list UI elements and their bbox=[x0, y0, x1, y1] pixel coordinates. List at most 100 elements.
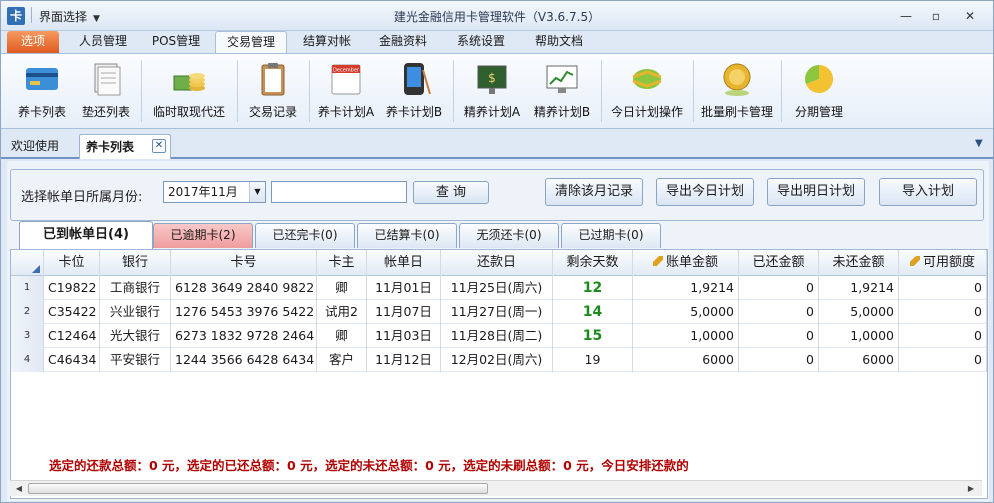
cell-unpaid[interactable]: 5,0000 bbox=[819, 300, 899, 324]
ribbon-plan-a-button[interactable]: December 养卡计划A bbox=[313, 56, 379, 126]
cell-days[interactable]: 15 bbox=[553, 324, 633, 348]
ribbon-card-list-button[interactable]: 养卡列表 bbox=[7, 56, 77, 126]
cell-due-day[interactable]: 11月25日(周六) bbox=[441, 276, 553, 300]
cell-bank[interactable]: 工商银行 bbox=[100, 276, 171, 300]
cell-slot[interactable]: C12464 bbox=[44, 324, 100, 348]
query-button[interactable]: 查 询 bbox=[413, 181, 489, 204]
col-bill-day[interactable]: 帐单日 bbox=[367, 250, 441, 276]
tab-expired[interactable]: 已过期卡(0) bbox=[561, 223, 661, 248]
menu-transactions[interactable]: 交易管理 bbox=[215, 31, 287, 53]
col-paid[interactable]: 已还金额 bbox=[739, 250, 819, 276]
cell-card[interactable]: 1244 3566 6428 6434 bbox=[171, 348, 317, 372]
cell-due-day[interactable]: 12月02日(周六) bbox=[441, 348, 553, 372]
scroll-left-icon[interactable]: ◀ bbox=[12, 482, 26, 496]
cell-avail[interactable]: 0 bbox=[899, 300, 987, 324]
ribbon-today-plan-button[interactable]: 今日计划操作 bbox=[605, 56, 689, 126]
cell-bill-day[interactable]: 11月07日 bbox=[367, 300, 441, 324]
select-all-corner[interactable] bbox=[11, 250, 44, 276]
cell-bill-amt[interactable]: 5,0000 bbox=[633, 300, 739, 324]
cell-paid[interactable]: 0 bbox=[739, 324, 819, 348]
cell-bill-amt[interactable]: 6000 bbox=[633, 348, 739, 372]
table-row[interactable]: 4 C46434 平安银行 1244 3566 6428 6434 客户 11月12日 12… bbox=[11, 348, 987, 372]
menu-settlement[interactable]: 结算对帐 bbox=[293, 31, 361, 53]
menu-system-settings[interactable]: 系统设置 bbox=[445, 31, 517, 53]
col-owner[interactable]: 卡主 bbox=[317, 250, 367, 276]
cell-due-day[interactable]: 11月27日(周一) bbox=[441, 300, 553, 324]
cell-slot[interactable]: C35422 bbox=[44, 300, 100, 324]
search-input[interactable] bbox=[271, 181, 407, 203]
cell-avail[interactable]: 0 bbox=[899, 348, 987, 372]
cell-owner[interactable]: 试用2 bbox=[317, 300, 367, 324]
cell-owner[interactable]: 卿 bbox=[317, 324, 367, 348]
cell-bank[interactable]: 平安银行 bbox=[100, 348, 171, 372]
cell-bill-amt[interactable]: 1,0000 bbox=[633, 324, 739, 348]
maximize-button[interactable]: ▫ bbox=[925, 7, 947, 25]
cell-days[interactable]: 19 bbox=[553, 348, 633, 372]
cell-no[interactable]: 3 bbox=[11, 324, 44, 348]
scroll-right-icon[interactable]: ▶ bbox=[964, 482, 978, 496]
scroll-thumb[interactable] bbox=[28, 483, 488, 494]
chevron-down-icon[interactable]: ▼ bbox=[249, 182, 265, 202]
close-icon[interactable]: ✕ bbox=[152, 139, 166, 153]
col-bill-amount[interactable]: 账单金额 bbox=[633, 250, 739, 276]
tab-no-repay[interactable]: 无须还卡(0) bbox=[459, 223, 559, 248]
ribbon-plan-b-button[interactable]: 养卡计划B bbox=[381, 56, 447, 126]
cell-slot[interactable]: C19822 bbox=[44, 276, 100, 300]
col-slot[interactable]: 卡位 bbox=[44, 250, 100, 276]
close-window-button[interactable]: ✕ bbox=[959, 7, 981, 25]
ui-switcher[interactable]: 界面选择 ▼ bbox=[31, 7, 100, 25]
cell-paid[interactable]: 0 bbox=[739, 300, 819, 324]
cell-owner[interactable]: 卿 bbox=[317, 276, 367, 300]
cell-bill-day[interactable]: 11月12日 bbox=[367, 348, 441, 372]
col-card-number[interactable]: 卡号 bbox=[171, 250, 317, 276]
menu-options[interactable]: 选项 bbox=[7, 31, 59, 53]
cell-owner[interactable]: 客户 bbox=[317, 348, 367, 372]
col-available[interactable]: 可用额度 bbox=[899, 250, 987, 276]
cell-bill-day[interactable]: 11月03日 bbox=[367, 324, 441, 348]
tab-welcome[interactable]: 欢迎使用 bbox=[11, 134, 71, 159]
menu-pos[interactable]: POS管理 bbox=[143, 31, 209, 53]
cell-due-day[interactable]: 11月28日(周二) bbox=[441, 324, 553, 348]
cell-bill-amt[interactable]: 1,9214 bbox=[633, 276, 739, 300]
chevron-down-icon[interactable]: ▼ bbox=[975, 138, 983, 149]
minimize-button[interactable]: — bbox=[895, 7, 917, 25]
col-unpaid[interactable]: 未还金额 bbox=[819, 250, 899, 276]
cell-card[interactable]: 6273 1832 9728 2464 bbox=[171, 324, 317, 348]
cell-days[interactable]: 14 bbox=[553, 300, 633, 324]
cell-days[interactable]: 12 bbox=[553, 276, 633, 300]
ribbon-installment-button[interactable]: 分期管理 bbox=[785, 56, 853, 126]
cell-no[interactable]: 4 bbox=[11, 348, 44, 372]
tab-paid-off[interactable]: 已还完卡(0) bbox=[255, 223, 355, 248]
tab-settled[interactable]: 已结算卡(0) bbox=[357, 223, 457, 248]
menu-personnel[interactable]: 人员管理 bbox=[69, 31, 137, 53]
ribbon-fine-plan-b-button[interactable]: 精养计划B bbox=[527, 56, 597, 126]
cell-slot[interactable]: C46434 bbox=[44, 348, 100, 372]
cell-no[interactable]: 1 bbox=[11, 276, 44, 300]
cell-unpaid[interactable]: 6000 bbox=[819, 348, 899, 372]
cell-paid[interactable]: 0 bbox=[739, 276, 819, 300]
menu-help[interactable]: 帮助文档 bbox=[523, 31, 595, 53]
ribbon-advance-list-button[interactable]: 垫还列表 bbox=[75, 56, 137, 126]
col-due-day[interactable]: 还款日 bbox=[441, 250, 553, 276]
month-select[interactable]: 2017年11月 ▼ bbox=[163, 181, 266, 203]
tab-billed[interactable]: 已到帐单日(4) bbox=[19, 221, 153, 249]
menu-finance-info[interactable]: 金融资料 bbox=[367, 31, 439, 53]
cell-bank[interactable]: 兴业银行 bbox=[100, 300, 171, 324]
tab-card-list[interactable]: 养卡列表 ✕ bbox=[79, 134, 171, 159]
table-row[interactable]: 3 C12464 光大银行 6273 1832 9728 2464 卿 11月03日 11月… bbox=[11, 324, 987, 348]
cell-bill-day[interactable]: 11月01日 bbox=[367, 276, 441, 300]
export-today-button[interactable]: 导出今日计划 bbox=[656, 178, 754, 206]
table-row[interactable]: 2 C35422 兴业银行 1276 5453 3976 5422 试用2 11月07日 1… bbox=[11, 300, 987, 324]
ribbon-fine-plan-a-button[interactable]: $ 精养计划A bbox=[457, 56, 527, 126]
cell-bank[interactable]: 光大银行 bbox=[100, 324, 171, 348]
cell-unpaid[interactable]: 1,0000 bbox=[819, 324, 899, 348]
clear-month-button[interactable]: 清除该月记录 bbox=[545, 178, 643, 206]
cell-avail[interactable]: 0 bbox=[899, 324, 987, 348]
col-days-left[interactable]: 剩余天数 bbox=[553, 250, 633, 276]
cell-card[interactable]: 1276 5453 3976 5422 bbox=[171, 300, 317, 324]
cell-card[interactable]: 6128 3649 2840 9822 bbox=[171, 276, 317, 300]
ribbon-temp-cash-button[interactable]: 临时取现代还 bbox=[145, 56, 233, 126]
ribbon-batch-swipe-button[interactable]: 批量刷卡管理 bbox=[697, 56, 777, 126]
col-bank[interactable]: 银行 bbox=[100, 250, 171, 276]
cell-unpaid[interactable]: 1,9214 bbox=[819, 276, 899, 300]
